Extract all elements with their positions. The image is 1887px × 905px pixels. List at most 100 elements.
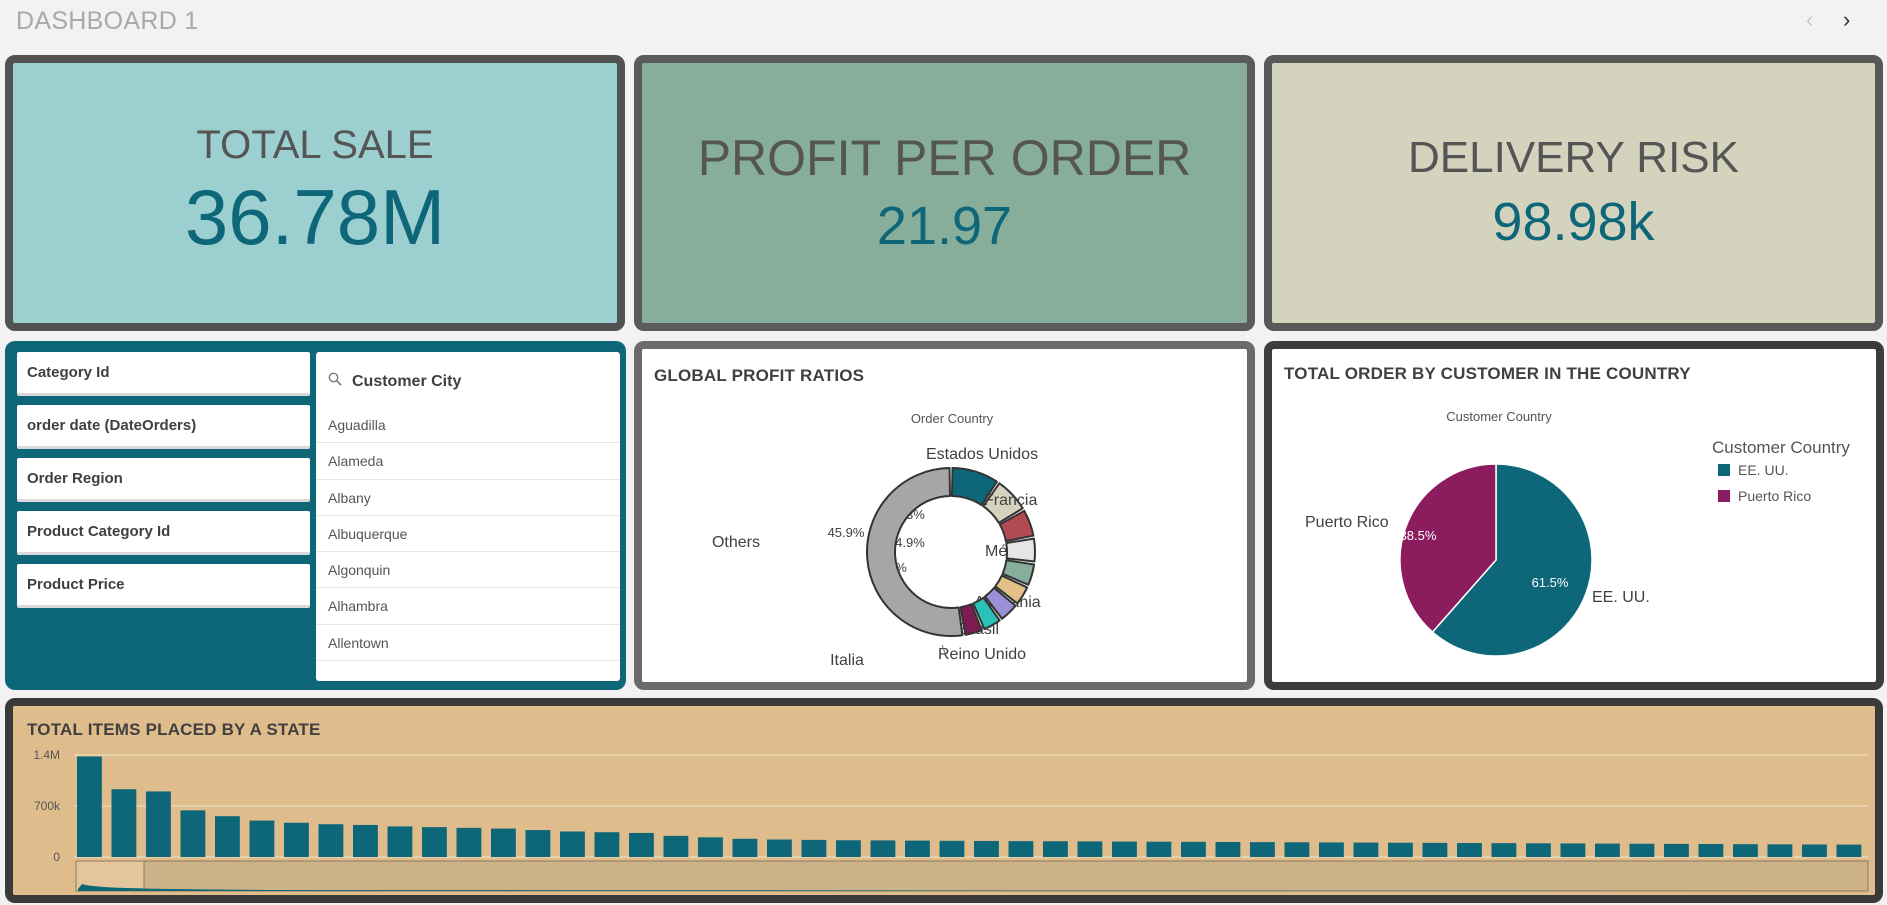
bar[interactable] <box>249 820 275 857</box>
bar[interactable] <box>146 791 171 857</box>
bar[interactable] <box>836 840 861 857</box>
kpi-label: TOTAL SALE <box>196 123 434 167</box>
donut-slice[interactable] <box>866 467 964 637</box>
bar[interactable] <box>215 816 240 857</box>
bar[interactable] <box>1008 841 1034 857</box>
total-order-panel: TOTAL ORDER BY CUSTOMER IN THE COUNTRY C… <box>1264 341 1884 690</box>
kpi-value: 36.78M <box>184 173 446 261</box>
bar[interactable] <box>1112 841 1137 857</box>
legend-swatch <box>1718 490 1730 502</box>
bar[interactable] <box>663 835 689 857</box>
filter-order-region[interactable]: Order Region <box>17 458 310 502</box>
list-item[interactable]: Allentown <box>316 625 620 662</box>
chart-subtitle: Customer Country <box>1446 409 1552 424</box>
bar[interactable] <box>560 831 585 858</box>
bar[interactable] <box>1491 843 1517 857</box>
bar[interactable] <box>1319 842 1344 857</box>
bar[interactable] <box>1457 843 1482 857</box>
list-item[interactable]: Algonquin <box>316 552 620 589</box>
previous-sheet-button[interactable]: ‹ <box>1806 8 1813 32</box>
slice-percent-label: 4.9% <box>895 535 925 550</box>
kpi-label: DELIVERY RISK <box>1408 133 1739 182</box>
bar[interactable] <box>1767 844 1793 857</box>
bar[interactable] <box>1526 843 1551 857</box>
list-item[interactable]: Aguadilla <box>316 407 620 444</box>
legend-item[interactable]: Puerto Rico <box>1738 488 1811 504</box>
filter-category-id[interactable]: Category Id <box>17 352 310 396</box>
bar[interactable] <box>1595 843 1620 857</box>
bar[interactable] <box>1077 841 1103 857</box>
legend-swatch <box>1718 464 1730 476</box>
filter-product-price[interactable]: Product Price <box>17 564 310 608</box>
bar[interactable] <box>1802 844 1827 857</box>
bar[interactable] <box>1629 843 1655 857</box>
bar[interactable] <box>732 838 758 857</box>
filter-product-category-id[interactable]: Product Category Id <box>17 511 310 555</box>
bar[interactable] <box>318 824 344 857</box>
search-icon[interactable] <box>328 372 346 391</box>
bar[interactable] <box>939 840 965 857</box>
bar[interactable] <box>1388 842 1413 857</box>
bar[interactable] <box>1422 842 1448 857</box>
bar[interactable] <box>974 840 999 857</box>
legend-title: Customer Country <box>1712 438 1850 457</box>
bar[interactable] <box>525 830 551 857</box>
bar[interactable] <box>77 756 102 857</box>
bar[interactable] <box>1353 842 1379 857</box>
global-profit-ratios-panel: GLOBAL PROFIT RATIOS Order Country Estad… <box>634 341 1255 690</box>
list-item[interactable]: Albuquerque <box>316 516 620 553</box>
bar-chart[interactable]: 1.4M 700k 0 <box>13 706 1875 895</box>
bar[interactable] <box>594 832 620 857</box>
bar[interactable] <box>284 822 309 857</box>
bar[interactable] <box>422 827 447 857</box>
donut-slice[interactable] <box>1005 537 1036 563</box>
filter-order-date[interactable]: order date (DateOrders) <box>17 405 310 449</box>
bar[interactable] <box>1215 841 1241 857</box>
bar[interactable] <box>180 810 206 857</box>
bar[interactable] <box>698 837 723 857</box>
bar[interactable] <box>1664 843 1689 857</box>
bar[interactable] <box>801 839 827 857</box>
bar[interactable] <box>629 832 654 857</box>
bar[interactable] <box>1560 843 1586 857</box>
donut-chart[interactable]: Order Country Estados Unidos8.3%FranciaM… <box>642 349 1247 682</box>
bar[interactable] <box>1043 841 1068 857</box>
bar[interactable] <box>767 839 792 857</box>
listbox-header[interactable]: Customer City <box>316 352 620 407</box>
bar[interactable] <box>456 827 482 857</box>
pie-chart[interactable]: Customer Country Customer Country EE. UU… <box>1272 349 1876 682</box>
bar[interactable] <box>353 824 378 857</box>
bar[interactable] <box>1733 844 1758 857</box>
bar[interactable] <box>870 840 896 857</box>
bar[interactable] <box>1836 844 1862 857</box>
bar[interactable] <box>905 840 930 857</box>
kpi-delivery-risk[interactable]: DELIVERY RISK 98.98k <box>1264 55 1883 331</box>
bar[interactable] <box>1284 842 1310 857</box>
chart-subtitle: Order Country <box>911 411 994 426</box>
slice-label: Francia <box>984 492 1037 509</box>
slice-label: Italia <box>830 652 864 669</box>
bar[interactable] <box>1698 844 1724 857</box>
y-tick-label: 0 <box>53 850 60 864</box>
bar[interactable] <box>111 789 137 857</box>
y-tick-label: 1.4M <box>33 748 60 762</box>
customer-city-listbox[interactable]: Customer City Aguadilla Alameda Albany A… <box>316 352 620 681</box>
bar[interactable] <box>491 828 516 857</box>
bar[interactable] <box>1181 841 1206 857</box>
scrollbar-track[interactable] <box>75 860 1869 892</box>
page-title: DASHBOARD 1 <box>16 7 199 35</box>
list-item[interactable]: Alhambra <box>316 588 620 625</box>
bar[interactable] <box>1250 842 1275 857</box>
legend-item[interactable]: EE. UU. <box>1738 462 1789 478</box>
slice-label: Estados Unidos <box>926 446 1038 463</box>
bar[interactable] <box>1146 841 1172 857</box>
list-item[interactable]: Albany <box>316 480 620 516</box>
next-sheet-button[interactable]: › <box>1843 8 1850 32</box>
bar[interactable] <box>387 826 413 857</box>
list-item[interactable]: Alameda <box>316 443 620 480</box>
kpi-total-sale[interactable]: TOTAL SALE 36.78M <box>5 55 625 331</box>
slice-percent-label: 61.5% <box>1532 575 1569 590</box>
y-tick-label: 700k <box>34 799 61 813</box>
kpi-profit-per-order[interactable]: PROFIT PER ORDER 21.97 <box>634 55 1255 331</box>
slice-percent-label: 38.5% <box>1400 528 1437 543</box>
